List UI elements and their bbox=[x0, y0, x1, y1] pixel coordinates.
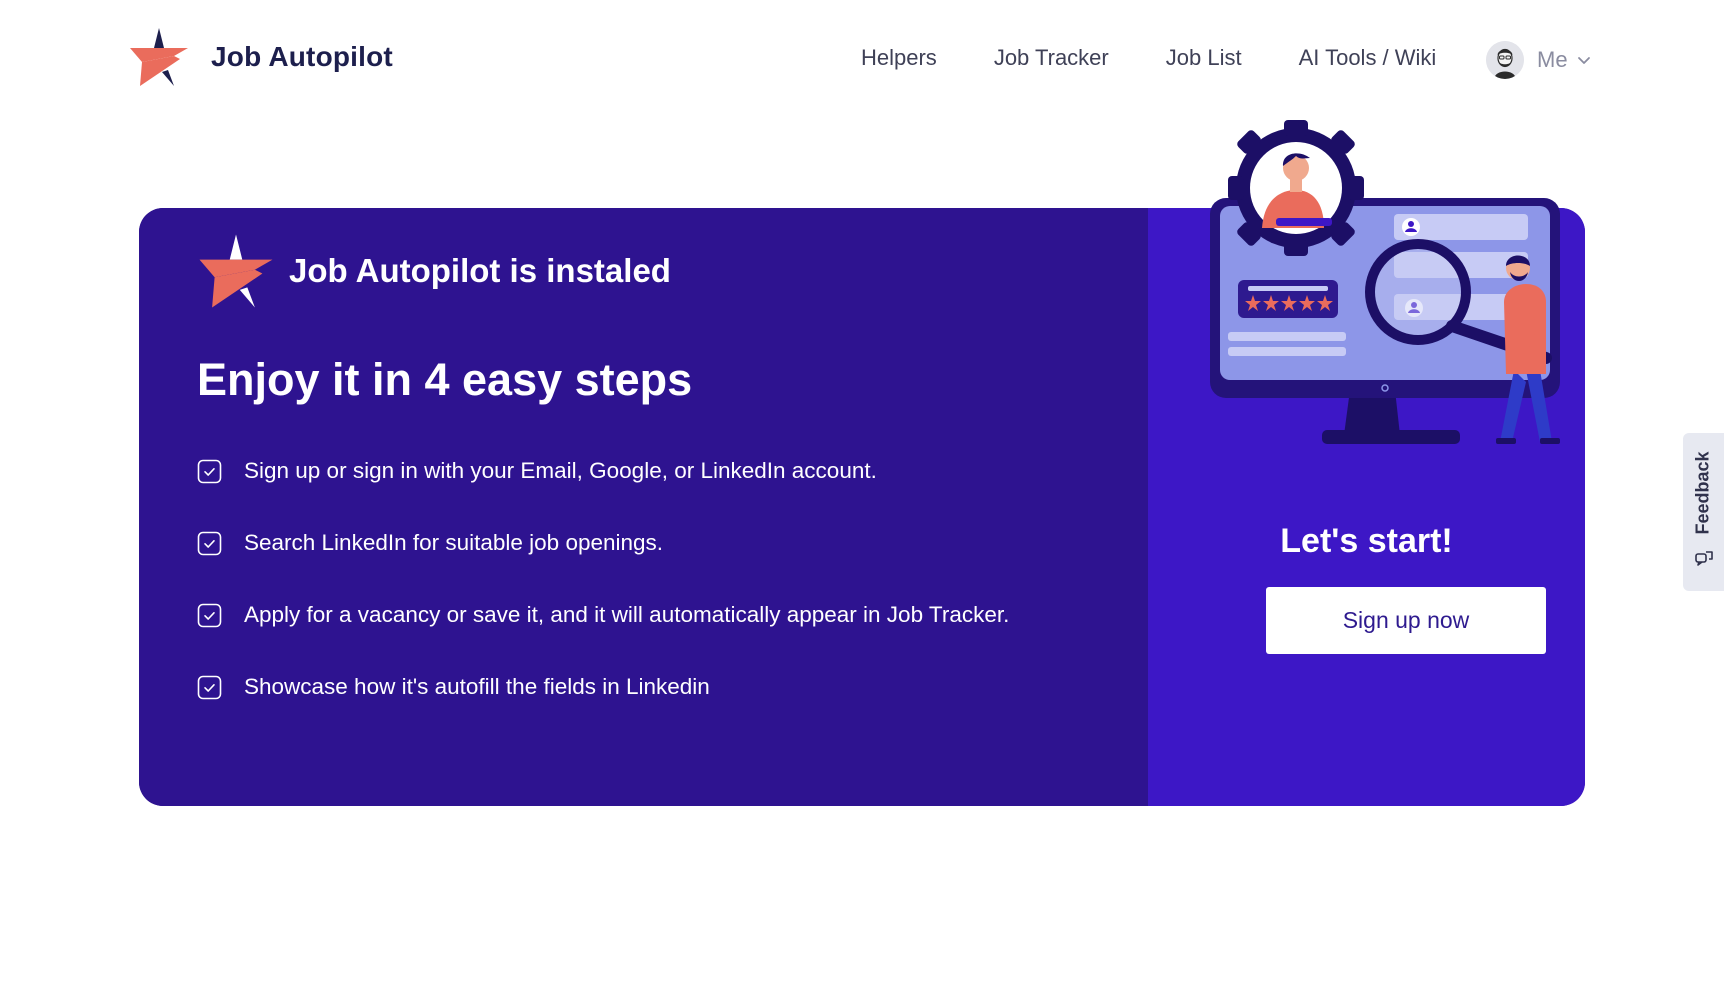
main-nav: Helpers Job Tracker Job List AI Tools / … bbox=[861, 45, 1492, 71]
check-square-icon bbox=[197, 603, 222, 627]
user-menu[interactable]: Me bbox=[1486, 41, 1592, 79]
step-text: Sign up or sign in with your Email, Goog… bbox=[244, 458, 877, 483]
steps-list: Sign up or sign in with your Email, Goog… bbox=[197, 456, 1009, 744]
step-item: Sign up or sign in with your Email, Goog… bbox=[197, 456, 1009, 486]
star-logo-icon bbox=[199, 234, 273, 308]
top-header: Job Autopilot Helpers Job Tracker Job Li… bbox=[0, 0, 1724, 122]
check-square-icon bbox=[197, 675, 222, 699]
nav-job-list[interactable]: Job List bbox=[1166, 45, 1242, 71]
nav-helpers[interactable]: Helpers bbox=[861, 45, 937, 71]
feedback-label: Feedback bbox=[1692, 451, 1713, 535]
steps-heading: Enjoy it in 4 easy steps bbox=[197, 354, 693, 405]
feedback-tab[interactable]: Feedback bbox=[1683, 433, 1724, 591]
star-logo-icon bbox=[130, 28, 188, 86]
nav-job-tracker[interactable]: Job Tracker bbox=[994, 45, 1109, 71]
steps-panel: Job Autopilot is instaled Enjoy it in 4 … bbox=[139, 208, 1148, 806]
cta-title: Let's start! bbox=[1280, 522, 1453, 560]
step-item: Search LinkedIn for suitable job opening… bbox=[197, 528, 1009, 558]
check-square-icon bbox=[197, 531, 222, 555]
step-text: Search LinkedIn for suitable job opening… bbox=[244, 530, 664, 555]
step-text: Showcase how it's autofill the fields in… bbox=[244, 674, 710, 699]
step-item: Showcase how it's autofill the fields in… bbox=[197, 672, 1009, 702]
brand-home-link[interactable]: Job Autopilot bbox=[128, 26, 393, 88]
brand-name: Job Autopilot bbox=[211, 41, 393, 72]
installed-title: Job Autopilot is instaled bbox=[289, 252, 671, 289]
check-square-icon bbox=[197, 459, 222, 483]
nav-ai-tools-wiki[interactable]: AI Tools / Wiki bbox=[1299, 45, 1437, 71]
chevron-down-icon bbox=[1577, 57, 1590, 64]
user-menu-label: Me bbox=[1537, 47, 1568, 72]
avatar bbox=[1486, 41, 1524, 79]
feedback-icon bbox=[1695, 551, 1713, 566]
job-search-illustration bbox=[1210, 120, 1560, 444]
monitor-base bbox=[1322, 430, 1460, 444]
installed-banner: Job Autopilot is instaled bbox=[197, 232, 671, 310]
sign-up-button[interactable]: Sign up now bbox=[1266, 587, 1546, 654]
step-item: Apply for a vacancy or save it, and it w… bbox=[197, 600, 1009, 630]
step-text: Apply for a vacancy or save it, and it w… bbox=[244, 602, 1010, 627]
